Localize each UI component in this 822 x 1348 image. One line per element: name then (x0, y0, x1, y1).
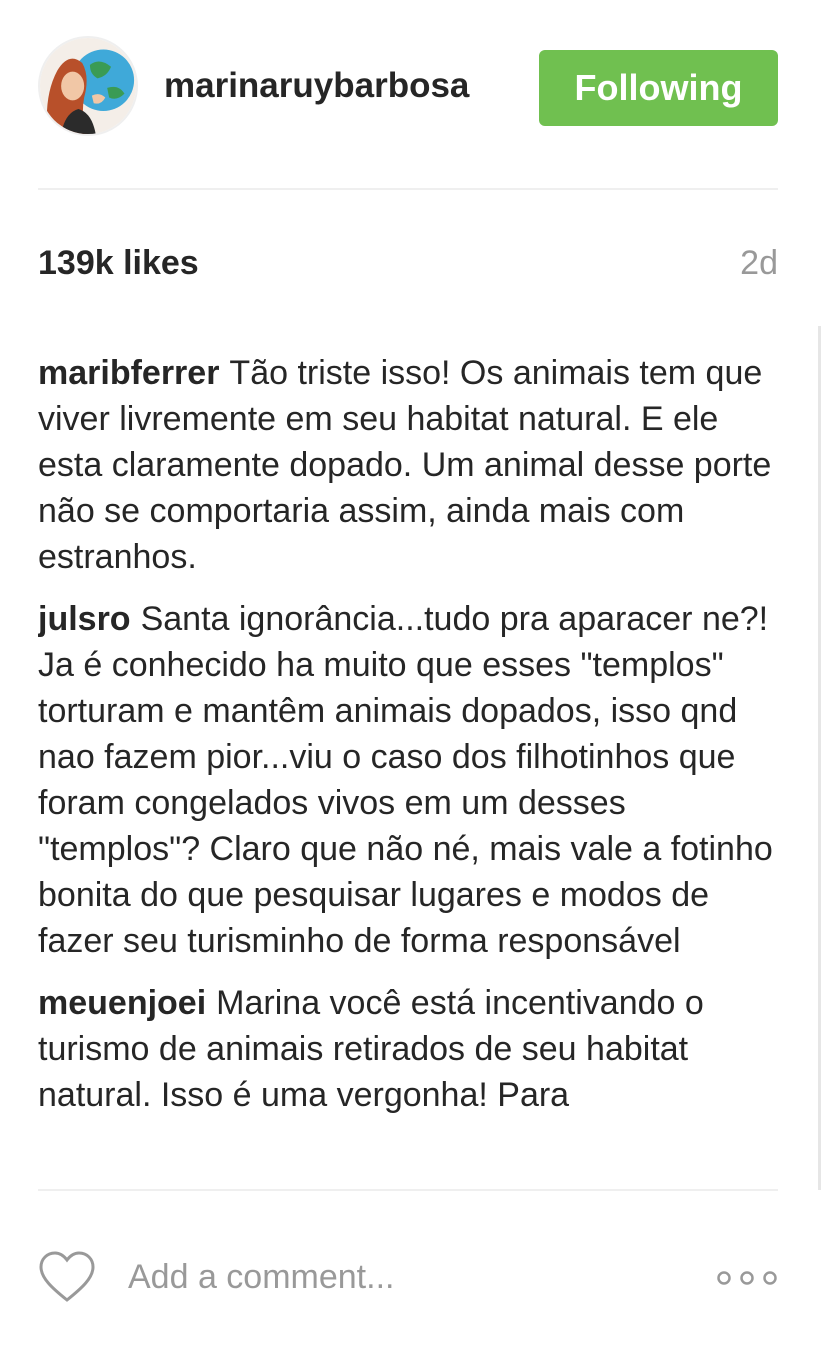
comment-author[interactable]: meuenjoei (38, 984, 206, 1022)
post-timestamp[interactable]: 2d (740, 244, 778, 283)
avatar-image (40, 38, 136, 134)
heart-icon[interactable] (38, 1250, 96, 1304)
post-header: marinaruybarbosa Following (38, 36, 778, 140)
footer-divider (38, 1189, 778, 1191)
add-comment-input[interactable] (128, 1252, 688, 1302)
comment-bar (38, 1246, 778, 1310)
comment-item: meuenjoei Marina você está incentivando o… (38, 980, 778, 1118)
likes-count[interactable]: 139k likes (38, 244, 199, 283)
comment-author[interactable]: maribferrer (38, 354, 219, 392)
following-button[interactable]: Following (539, 50, 778, 126)
header-divider (38, 188, 778, 190)
comments-list[interactable]: maribferrer Tão triste isso! Os animais t… (38, 350, 778, 1188)
comment-author[interactable]: julsro (38, 600, 131, 638)
comment-item: julsro Santa ignorância...tudo pra aparac… (38, 596, 778, 964)
comments-scrollbar[interactable] (818, 326, 821, 1190)
avatar[interactable] (38, 36, 138, 136)
comment-item: maribferrer Tão triste isso! Os animais t… (38, 350, 778, 580)
comment-text: Santa ignorância...tudo pra aparacer ne?… (38, 600, 773, 960)
post-username[interactable]: marinaruybarbosa (164, 66, 469, 106)
more-options-icon[interactable] (716, 1268, 778, 1288)
